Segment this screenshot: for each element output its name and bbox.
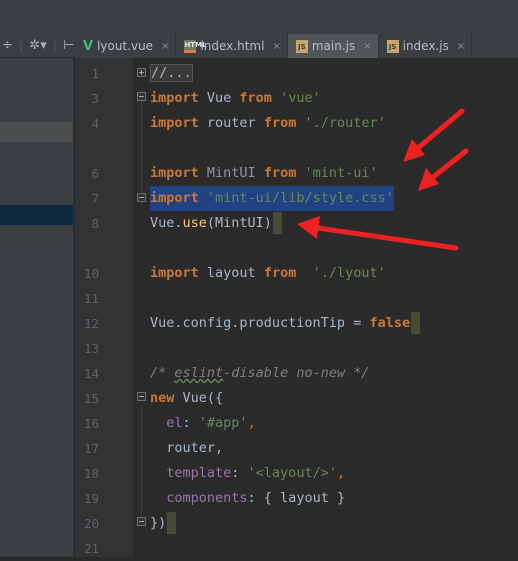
code-line: 18 template: '<layout/>',	[0, 461, 518, 486]
tab-index-html[interactable]: HTML index.html ×	[176, 34, 288, 58]
code-line: 8 Vue.use(MintUI)	[0, 211, 518, 236]
code-line: 11	[0, 286, 518, 311]
code-text[interactable]: components: { layout }	[150, 486, 345, 511]
divide-icon[interactable]: ÷	[2, 38, 13, 53]
collapse-icon[interactable]: ⊢	[63, 38, 74, 53]
code-text[interactable]: Vue.config.productionTip = false	[150, 311, 421, 336]
line-number: 7	[91, 191, 99, 206]
project-toolbar: ÷ | ✲▾ | ⊢	[0, 34, 75, 58]
code-line: 3 import Vue from 'vue'	[0, 86, 518, 111]
code-line: 20 })	[0, 511, 518, 536]
tab-main-js[interactable]: JS main.js ×	[287, 34, 379, 58]
cursor-marker	[411, 312, 421, 334]
tab-label: index.html	[200, 39, 265, 53]
line-number: 16	[83, 416, 99, 431]
code-line: 15 new Vue({	[0, 386, 518, 411]
close-icon[interactable]: ×	[457, 41, 465, 52]
code-text[interactable]: template: '<layout/>',	[150, 461, 345, 486]
toolbar-separator: |	[18, 38, 24, 53]
code-text[interactable]: import MintUI from 'mint-ui'	[150, 161, 378, 186]
editor-tabs: V lyout.vue × HTML index.html × JS main.…	[75, 34, 518, 59]
line-number: 3	[91, 91, 99, 106]
code-text[interactable]: import layout from './lyout'	[150, 261, 386, 286]
code-line: 7 import 'mint-ui/lib/style.css'	[0, 186, 518, 211]
tab-lyout-vue[interactable]: V lyout.vue ×	[75, 34, 177, 58]
js-file-icon: JS	[295, 39, 308, 53]
code-line: 1 //...	[0, 61, 518, 86]
code-line: 14 /* eslint-disable no-new */	[0, 361, 518, 386]
tab-label: lyout.vue	[97, 39, 154, 53]
js-file-icon: JS	[386, 39, 399, 53]
code-text[interactable]: })	[150, 511, 177, 536]
toolbar-separator-2: |	[52, 38, 58, 53]
code-text[interactable]: new Vue({	[150, 386, 223, 411]
tab-label: main.js	[311, 39, 356, 53]
window-top-strip	[0, 0, 518, 35]
line-number: 6	[91, 166, 99, 181]
line-number: 12	[83, 316, 99, 331]
line-number: 21	[83, 541, 99, 556]
code-text[interactable]: router,	[150, 436, 223, 461]
line-number: 10	[83, 266, 99, 281]
code-text[interactable]: import router from './router'	[150, 111, 386, 136]
code-text[interactable]: //...	[150, 61, 193, 86]
close-icon[interactable]: ×	[363, 41, 371, 52]
code-line: 13	[0, 336, 518, 361]
line-number: 13	[83, 341, 99, 356]
code-line: 12 Vue.config.productionTip = false	[0, 311, 518, 336]
vue-icon: V	[83, 38, 94, 54]
line-number: 19	[83, 491, 99, 506]
selected-code-text[interactable]: import 'mint-ui/lib/style.css'	[150, 186, 394, 211]
code-line: 6 import MintUI from 'mint-ui'	[0, 161, 518, 186]
close-icon[interactable]: ×	[272, 41, 280, 52]
tab-index-js[interactable]: JS index.js ×	[379, 34, 473, 58]
code-line: 4 import router from './router'	[0, 111, 518, 136]
brace-match-marker	[272, 212, 282, 234]
code-line: 19 components: { layout }	[0, 486, 518, 511]
line-number: 4	[91, 116, 99, 131]
line-number: 20	[83, 516, 99, 531]
line-number: 14	[83, 366, 99, 381]
code-line: 21	[0, 536, 518, 561]
line-number: 1	[91, 66, 99, 81]
line-number: 17	[83, 441, 99, 456]
line-number: 15	[83, 391, 99, 406]
code-text[interactable]: import Vue from 'vue'	[150, 86, 321, 111]
settings-gear-icon[interactable]: ✲▾	[29, 38, 46, 53]
code-line: 10 import layout from './lyout'	[0, 261, 518, 286]
code-text[interactable]: Vue.use(MintUI)	[150, 211, 282, 236]
tab-label: index.js	[402, 39, 449, 53]
line-number: 11	[83, 291, 99, 306]
html-file-icon: HTML	[184, 39, 207, 53]
code-line: 16 el: '#app',	[0, 411, 518, 436]
brace-match-marker	[167, 512, 177, 534]
code-line: 17 router,	[0, 436, 518, 461]
code-text[interactable]: el: '#app',	[150, 411, 255, 436]
line-number: 18	[83, 466, 99, 481]
line-number: 8	[91, 216, 99, 231]
close-icon[interactable]: ×	[161, 41, 169, 52]
comment-text[interactable]: /* eslint-disable no-new */	[150, 361, 369, 386]
